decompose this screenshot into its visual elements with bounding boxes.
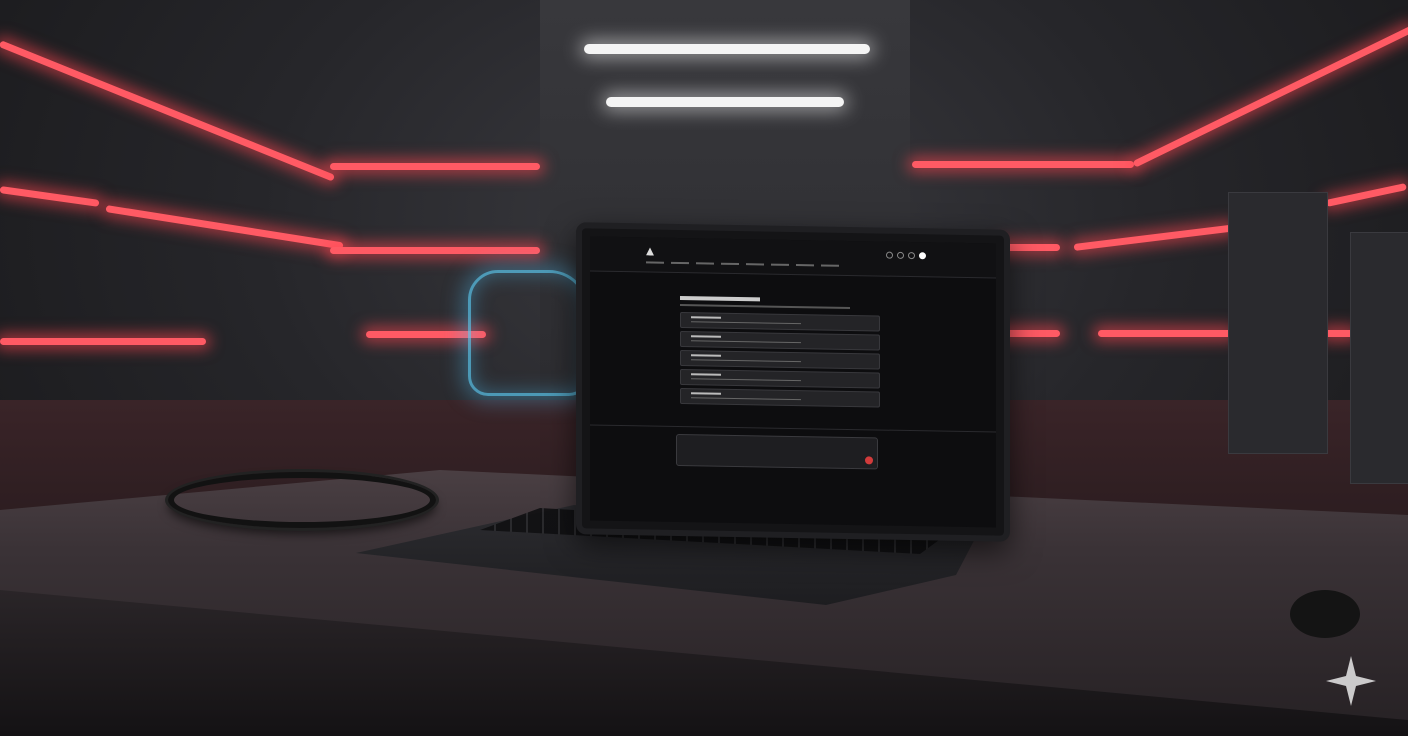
ceiling-light <box>606 97 844 107</box>
tool-handle <box>1290 590 1360 638</box>
neon-strip <box>330 247 540 254</box>
avatar-icon[interactable] <box>919 252 926 260</box>
neon-strip <box>0 40 336 182</box>
app-window <box>590 236 996 528</box>
notification-icon[interactable] <box>886 251 893 259</box>
nav-item[interactable] <box>646 261 664 264</box>
suggestion-card[interactable] <box>680 388 880 408</box>
settings-icon[interactable] <box>897 251 904 259</box>
header-icons <box>886 251 926 260</box>
help-icon[interactable] <box>908 252 915 260</box>
coiled-cable <box>168 472 436 528</box>
neon-strip <box>912 161 1134 168</box>
charging-station <box>1228 192 1328 454</box>
divider <box>590 424 996 433</box>
nav-item[interactable] <box>771 263 789 266</box>
charging-station <box>1350 232 1408 484</box>
neon-strip <box>1098 330 1232 337</box>
nav-item[interactable] <box>721 262 739 266</box>
neon-strip <box>330 163 540 170</box>
send-icon[interactable] <box>865 456 873 465</box>
neon-strip <box>0 338 206 345</box>
nav-bar <box>646 261 839 267</box>
nav-item[interactable] <box>671 261 689 265</box>
nav-item[interactable] <box>821 264 839 267</box>
suggestion-card[interactable] <box>680 312 880 332</box>
ceiling-light <box>584 44 870 54</box>
garage-scene <box>0 0 1408 736</box>
neon-strip <box>1073 224 1234 251</box>
laptop-screen <box>576 222 1010 542</box>
neon-strip <box>105 205 344 250</box>
suggestion-card[interactable] <box>680 331 880 351</box>
hologram-engine-icon <box>468 270 589 396</box>
neon-strip <box>1132 25 1408 168</box>
page-subheading <box>680 304 850 309</box>
message-input[interactable] <box>676 433 878 470</box>
suggestion-list <box>680 296 880 410</box>
nav-item[interactable] <box>796 264 814 267</box>
neon-strip <box>0 186 100 207</box>
suggestion-card[interactable] <box>680 369 880 389</box>
logo-icon <box>646 247 654 255</box>
app-header <box>590 236 996 279</box>
page-heading <box>680 296 760 302</box>
neon-strip <box>1325 183 1407 207</box>
nav-item[interactable] <box>746 263 764 266</box>
nav-item[interactable] <box>696 262 714 265</box>
suggestion-card[interactable] <box>680 350 880 370</box>
